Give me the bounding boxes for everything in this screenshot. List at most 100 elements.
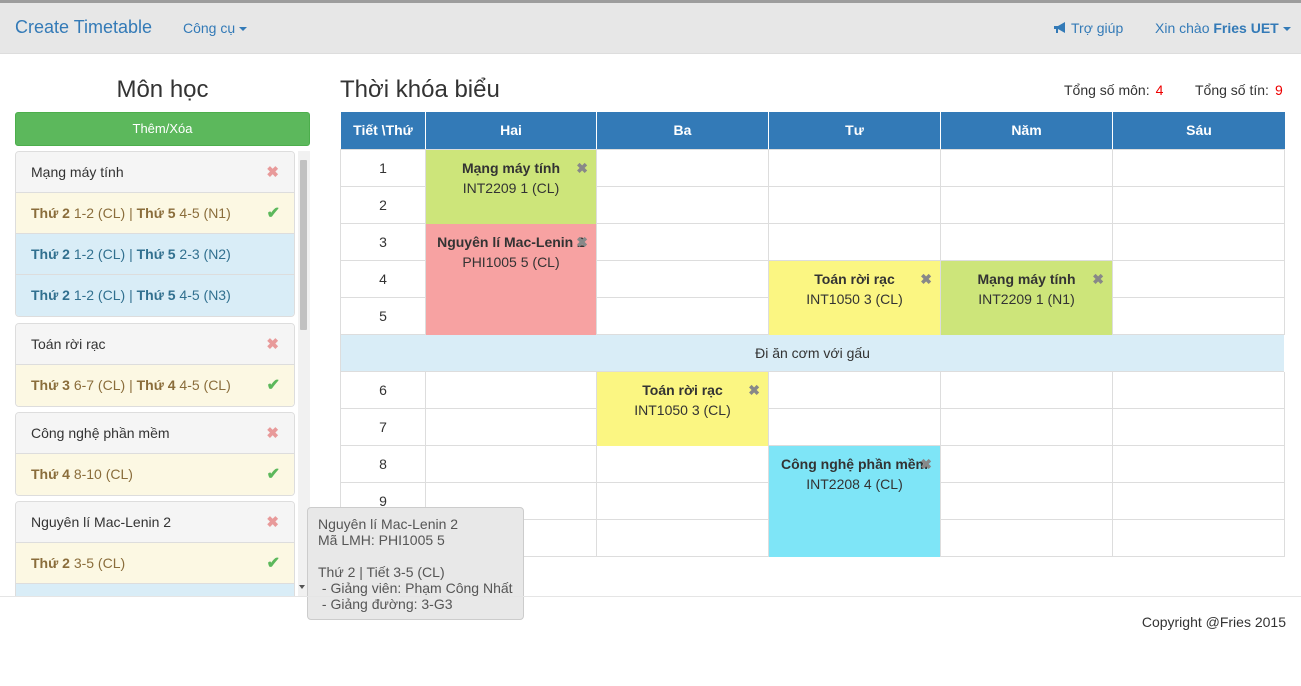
class-option[interactable]: Thứ 4 8-10 (CL) ✔	[16, 454, 294, 495]
close-icon[interactable]: ✖	[920, 456, 932, 473]
class-block[interactable]: Nguyên lí Mac-Lenin 2 PHI1005 5 (CL) ✖	[426, 224, 596, 335]
option-separator: |	[129, 377, 133, 393]
class-title: Nguyên lí Mac-Lenin 2	[437, 234, 585, 250]
option-time: 1-2 (CL)	[73, 287, 126, 303]
timetable-cell	[426, 372, 597, 409]
class-title: Mạng máy tính	[977, 271, 1076, 287]
option-separator: |	[129, 205, 133, 221]
remove-icon[interactable]: ✖	[266, 163, 279, 181]
subject-header[interactable]: Mạng máy tính ✖	[16, 152, 294, 193]
timetable-cell	[1113, 520, 1285, 557]
footer-divider	[0, 596, 1301, 597]
sidebar-title: Môn học	[116, 76, 209, 103]
option-separator: |	[129, 287, 133, 303]
timetable-cell	[941, 224, 1113, 261]
class-block[interactable]: Công nghệ phần mềm INT2208 4 (CL) ✖	[769, 446, 940, 557]
class-tooltip: Nguyên lí Mac-Lenin 2 Mã LMH: PHI1005 5 …	[307, 507, 524, 620]
timetable-cell	[1113, 372, 1285, 409]
header-monday: Hai	[426, 112, 597, 149]
tools-dropdown[interactable]: Công cụ	[183, 20, 248, 36]
timetable-cell	[426, 446, 597, 483]
class-option[interactable]: Thứ 2 1-2 (CL) | Thứ 5 2-3 (N2)	[16, 234, 294, 275]
class-option[interactable]: Thứ 3 6-7 (CL) | Thứ 4 4-5 (CL) ✔	[16, 365, 294, 406]
scrollbar-thumb[interactable]	[300, 160, 307, 330]
timetable-cell	[941, 520, 1113, 557]
class-option[interactable]: Thứ 2 1-2 (CL) | Thứ 5 4-5 (N3)	[16, 275, 294, 316]
class-block[interactable]: Toán rời rạc INT1050 3 (CL) ✖	[597, 372, 768, 446]
class-block[interactable]: Mạng máy tính INT2209 1 (CL) ✖	[426, 150, 596, 224]
class-code: PHI1005 5 (CL)	[462, 254, 560, 270]
timetable-cell	[426, 409, 597, 446]
class-title: Công nghệ phần mềm	[781, 456, 928, 472]
close-icon[interactable]: ✖	[748, 382, 760, 399]
close-icon[interactable]: ✖	[576, 234, 588, 251]
tooltip-room: - Giảng đường: 3-G3	[318, 596, 453, 612]
option-time: 4-5 (N3)	[179, 287, 231, 303]
class-option-partial[interactable]	[16, 584, 294, 596]
timetable-cell	[941, 483, 1113, 520]
class-option[interactable]: Thứ 2 1-2 (CL) | Thứ 5 4-5 (N1) ✔	[16, 193, 294, 234]
subject-panel: Nguyên lí Mac-Lenin 2 ✖ Thứ 2 3-5 (CL) ✔	[15, 501, 295, 596]
subject-header[interactable]: Toán rời rạc ✖	[16, 324, 294, 365]
remove-icon[interactable]: ✖	[266, 335, 279, 353]
option-day: Thứ 2	[31, 246, 70, 262]
subject-name: Công nghệ phần mềm	[31, 425, 170, 441]
class-code: INT2208 4 (CL)	[806, 476, 903, 492]
class-code: INT2209 1 (CL)	[462, 180, 560, 196]
check-icon: ✔	[266, 555, 280, 572]
period-number: 6	[379, 382, 387, 398]
timetable-cell	[597, 483, 769, 520]
period-number: 2	[379, 197, 387, 213]
timetable-cell	[1113, 409, 1285, 446]
brand-link[interactable]: Create Timetable	[15, 17, 152, 38]
total-credits-label: Tổng số tín:	[1195, 82, 1269, 98]
timetable-cell	[769, 187, 941, 224]
add-remove-button[interactable]: Thêm/Xóa	[15, 112, 310, 146]
total-subjects-value: 4	[1155, 82, 1164, 98]
close-icon[interactable]: ✖	[920, 271, 932, 288]
class-block[interactable]: Mạng máy tính INT2209 1 (N1) ✖	[941, 261, 1112, 335]
check-icon: ✔	[266, 377, 280, 394]
lunch-break-row: Đi ăn cơm với gấu	[341, 335, 1284, 372]
subject-name: Nguyên lí Mac-Lenin 2	[31, 514, 172, 530]
remove-icon[interactable]: ✖	[266, 424, 279, 442]
total-subjects-label: Tổng số môn:	[1064, 82, 1150, 98]
timetable-cell	[941, 409, 1113, 446]
header-period-day: Tiết \Thứ	[341, 112, 426, 149]
option-time: 4-5 (CL)	[179, 377, 231, 393]
period-number: 3	[379, 234, 387, 250]
class-block[interactable]: Toán rời rạc INT1050 3 (CL) ✖	[769, 261, 940, 335]
timetable-cell	[1113, 298, 1285, 335]
option-time: 8-10 (CL)	[73, 466, 133, 482]
copyright-text: Copyright @Fries 2015	[1141, 614, 1286, 630]
timetable-cell	[769, 224, 941, 261]
scroll-down-arrow-icon[interactable]	[299, 585, 305, 589]
close-icon[interactable]: ✖	[1092, 271, 1104, 288]
check-icon: ✔	[266, 466, 280, 483]
timetable-cell	[769, 409, 941, 446]
subject-header[interactable]: Nguyên lí Mac-Lenin 2 ✖	[16, 502, 294, 543]
option-day: Thứ 5	[136, 205, 176, 221]
timetable-cell	[769, 150, 941, 187]
option-day: Thứ 2	[31, 555, 70, 571]
timetable-cell	[597, 150, 769, 187]
help-link[interactable]: Trợ giúp	[1053, 20, 1123, 36]
user-dropdown[interactable]: Xin chào Fries UET	[1155, 20, 1291, 36]
header-tuesday: Ba	[597, 112, 769, 149]
close-icon[interactable]: ✖	[576, 160, 588, 177]
remove-icon[interactable]: ✖	[266, 513, 279, 531]
period-number: 7	[379, 419, 387, 435]
navbar: Create Timetable Công cụ Trợ giúp Xin ch…	[0, 0, 1301, 54]
timetable-cell	[597, 446, 769, 483]
option-day: Thứ 4	[136, 377, 176, 393]
class-option[interactable]: Thứ 2 3-5 (CL) ✔	[16, 543, 294, 584]
subject-list[interactable]: Mạng máy tính ✖ Thứ 2 1-2 (CL) | Thứ 5 4…	[15, 151, 296, 596]
period-number: 1	[379, 160, 387, 176]
tooltip-title: Nguyên lí Mac-Lenin 2	[318, 516, 459, 532]
option-time: 6-7 (CL)	[73, 377, 126, 393]
subject-header[interactable]: Công nghệ phần mềm ✖	[16, 413, 294, 454]
timetable-title: Thời khóa biểu	[340, 76, 500, 103]
option-time: 4-5 (N1)	[179, 205, 231, 221]
timetable-cell	[1113, 150, 1285, 187]
total-credits-value: 9	[1274, 82, 1283, 98]
